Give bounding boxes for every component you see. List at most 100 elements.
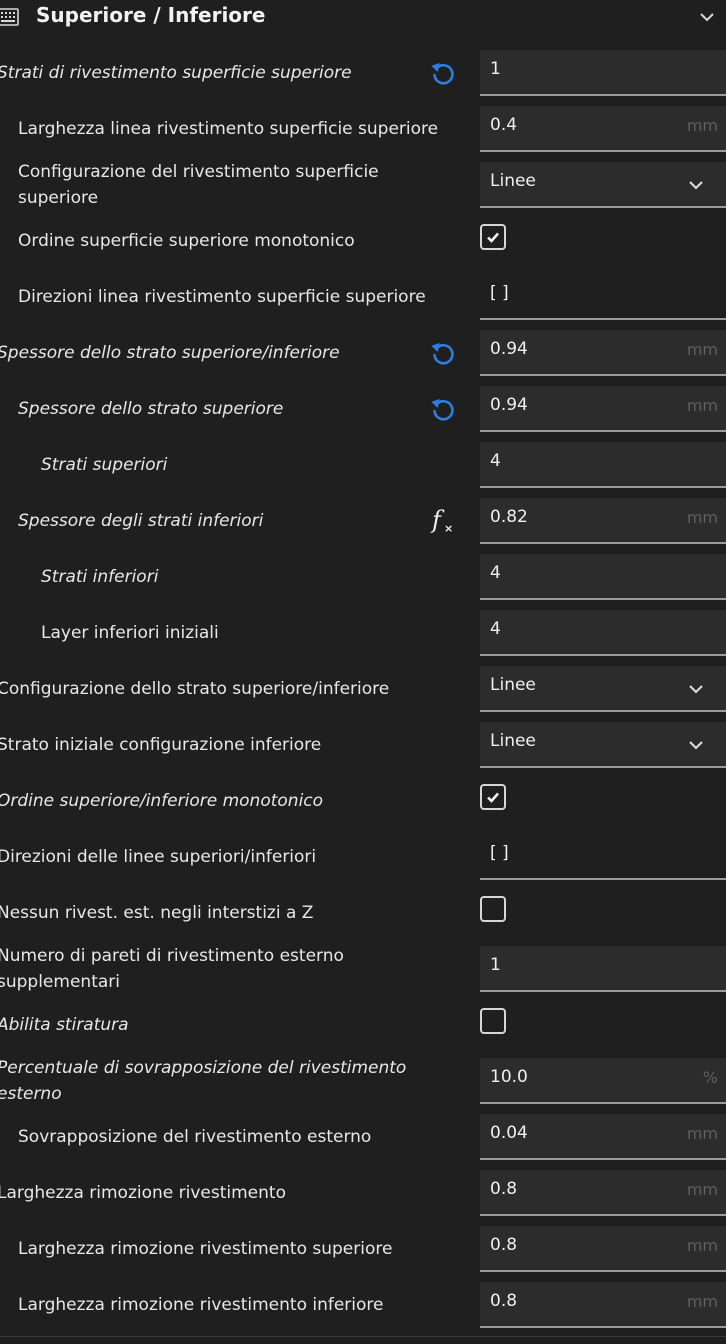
setting-row: Abilita stiratura — [0, 1002, 726, 1058]
setting-row: Ordine superiore/inferiore monotonico — [0, 778, 726, 834]
setting-input[interactable]: 0.94 mm — [480, 330, 726, 376]
setting-row: Spessore degli strati inferiori f × 0.82 mm — [0, 498, 726, 554]
setting-value: 1 — [490, 59, 501, 79]
reset-icon[interactable] — [428, 58, 458, 88]
setting-input[interactable]: 0.4 mm — [480, 106, 726, 152]
setting-input[interactable]: 0.8 mm — [480, 1282, 726, 1328]
chevron-down-icon[interactable] — [696, 6, 718, 28]
setting-input[interactable]: 10.0% — [480, 1058, 726, 1104]
setting-value: [ ] — [490, 283, 509, 303]
setting-unit: mm — [686, 1236, 718, 1255]
setting-row: Layer inferiori iniziali 4 — [0, 610, 726, 666]
section-header[interactable]: Superiore / Inferiore — [0, 0, 726, 36]
setting-value: 4 — [490, 451, 501, 471]
setting-row: Spessore dello strato superiore/inferior… — [0, 330, 726, 386]
setting-row: Nessun rivest. est. negli interstizi a Z — [0, 890, 726, 946]
setting-unit: mm — [686, 396, 718, 415]
checkmark-icon — [487, 232, 499, 243]
setting-checkbox[interactable] — [480, 224, 506, 250]
setting-value: 4 — [490, 563, 501, 583]
setting-label: Percentuale di sovrapposizione del rives… — [0, 1058, 407, 1104]
reset-icon[interactable] — [428, 338, 458, 368]
setting-input[interactable]: 0.82 mm — [480, 498, 726, 544]
chevron-down-icon — [689, 181, 703, 190]
setting-row: Larghezza rimozione rivestimento superio… — [0, 1226, 726, 1282]
setting-checkbox[interactable] — [480, 1008, 506, 1034]
setting-row: Direzioni linea rivestimento superficie … — [0, 274, 726, 330]
setting-row: Strati di rivestimento superficie superi… — [0, 50, 726, 106]
setting-row: Direzioni delle linee superiori/inferior… — [0, 834, 726, 890]
setting-label: Strati inferiori — [41, 567, 159, 587]
setting-input[interactable]: 0.8 mm — [480, 1226, 726, 1272]
setting-input[interactable]: 4 — [480, 442, 726, 488]
setting-checkbox[interactable] — [480, 784, 506, 810]
setting-value: 10.0 — [490, 1067, 528, 1087]
checkmark-icon — [487, 792, 499, 803]
chevron-down-icon — [689, 685, 703, 694]
svg-text:×: × — [444, 522, 453, 535]
setting-row: Strati superiori 4 — [0, 442, 726, 498]
setting-checkbox[interactable] — [480, 896, 506, 922]
setting-row: Larghezza rimozione rivestimento 0.8 mm — [0, 1170, 726, 1226]
setting-row: Configurazione dello strato superiore/in… — [0, 666, 726, 722]
setting-label: Spessore dello strato superiore/inferior… — [0, 343, 340, 363]
setting-value: 1 — [490, 955, 501, 975]
setting-value: Linee — [490, 675, 536, 695]
setting-label: Strati superiori — [41, 455, 168, 475]
setting-value: 4 — [490, 619, 501, 639]
setting-label: Ordine superficie superiore monotonico — [18, 231, 355, 251]
svg-text:f: f — [430, 506, 445, 534]
setting-value: Linee — [490, 731, 536, 751]
setting-row: Numero di pareti di rivestimento esterno… — [0, 946, 726, 1002]
setting-label: Sovrapposizione del rivestimento esterno — [18, 1127, 372, 1147]
setting-label: Configurazione dello strato superiore/in… — [0, 679, 390, 699]
setting-dropdown[interactable]: Linee — [480, 666, 726, 712]
setting-row: Larghezza rimozione rivestimento inferio… — [0, 1282, 726, 1338]
setting-value: 0.94 — [490, 339, 528, 359]
setting-unit: % — [702, 1068, 718, 1087]
setting-row: Sovrapposizione del rivestimento esterno… — [0, 1114, 726, 1170]
setting-label: Nessun rivest. est. negli interstizi a Z — [0, 903, 314, 923]
setting-input[interactable]: 4 — [480, 554, 726, 600]
setting-row: Configurazione del rivestimento superfic… — [0, 162, 726, 218]
setting-input[interactable]: 0.8 mm — [480, 1170, 726, 1216]
setting-input[interactable]: 0.94 mm — [480, 386, 726, 432]
setting-label: Strati di rivestimento superficie superi… — [0, 63, 352, 83]
setting-input[interactable]: [ ] — [480, 834, 726, 880]
setting-row: Ordine superficie superiore monotonico — [0, 218, 726, 274]
function-icon[interactable]: f × — [428, 506, 458, 536]
setting-value: 0.8 — [490, 1235, 518, 1255]
setting-row: Strati inferiori 4 — [0, 554, 726, 610]
setting-unit: mm — [686, 116, 718, 135]
chevron-down-icon — [689, 741, 703, 750]
divider — [0, 1336, 726, 1337]
setting-input[interactable]: 4 — [480, 610, 726, 656]
setting-label: Layer inferiori iniziali — [41, 623, 219, 643]
setting-value: 0.4 — [490, 115, 518, 135]
reset-icon[interactable] — [428, 394, 458, 424]
setting-input[interactable]: 0.04 mm — [480, 1114, 726, 1160]
setting-label: Larghezza rimozione rivestimento inferio… — [18, 1295, 384, 1315]
setting-label: Larghezza rimozione rivestimento superio… — [18, 1239, 393, 1259]
setting-label: Configurazione del rivestimento superfic… — [18, 162, 379, 208]
setting-dropdown[interactable]: Linee — [480, 162, 726, 208]
setting-input[interactable]: [ ] — [480, 274, 726, 320]
setting-input[interactable]: 1 — [480, 50, 726, 96]
setting-label: Abilita stiratura — [0, 1015, 129, 1035]
setting-label: Spessore dello strato superiore — [18, 399, 284, 419]
setting-label: Direzioni linea rivestimento superficie … — [18, 287, 426, 307]
setting-label: Strato iniziale configurazione inferiore — [0, 735, 322, 755]
setting-label: Direzioni delle linee superiori/inferior… — [0, 847, 317, 867]
setting-value: 0.8 — [490, 1291, 518, 1311]
setting-label: Ordine superiore/inferiore monotonico — [0, 791, 324, 811]
layers-grid-icon — [0, 8, 19, 26]
setting-dropdown[interactable]: Linee — [480, 722, 726, 768]
setting-value: 0.82 — [490, 507, 528, 527]
setting-value: 0.8 — [490, 1179, 518, 1199]
setting-row: Larghezza linea rivestimento superficie … — [0, 106, 726, 162]
setting-label: Larghezza linea rivestimento superficie … — [18, 119, 439, 139]
setting-value: [ ] — [490, 843, 509, 863]
setting-unit: mm — [686, 340, 718, 359]
setting-input[interactable]: 1 — [480, 946, 726, 992]
section-title: Superiore / Inferiore — [36, 3, 266, 27]
